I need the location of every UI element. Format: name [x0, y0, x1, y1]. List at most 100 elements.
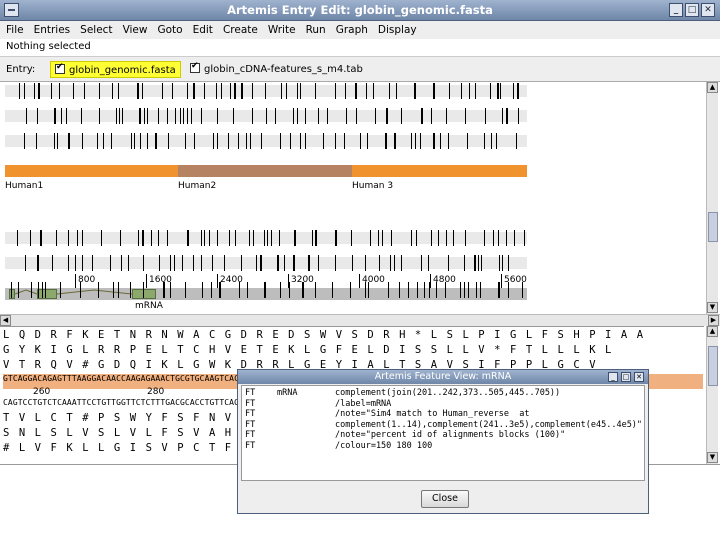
stop-codon-mark	[524, 230, 525, 246]
stop-codon-mark	[401, 108, 402, 124]
title-bar[interactable]: Artemis Entry Edit: globin_genomic.fasta…	[0, 0, 720, 21]
menu-view[interactable]: View	[117, 21, 152, 36]
stop-codon-mark	[239, 282, 240, 298]
scroll-down-icon[interactable]: ▼	[707, 302, 718, 313]
stop-codon-mark	[82, 230, 83, 246]
sequence-vertical-scrollbar[interactable]: ▲ ▼	[706, 326, 718, 464]
menu-goto[interactable]: Goto	[151, 21, 186, 36]
overview-panel[interactable]: Human1 Human2 Human 3 800 1600 2400 3200…	[0, 82, 704, 314]
stop-codon-mark	[128, 255, 129, 271]
stop-codon-mark	[493, 230, 494, 246]
stop-codon-mark	[485, 108, 486, 124]
menu-write[interactable]: Write	[262, 21, 300, 36]
scroll-up-icon[interactable]: ▲	[707, 82, 718, 93]
stop-codon-mark	[428, 255, 429, 271]
feature-key: FT	[245, 409, 256, 419]
stop-codon-mark	[484, 230, 485, 246]
menu-create[interactable]: Create	[217, 21, 262, 36]
stop-codon-mark	[267, 230, 268, 246]
stop-codon-mark	[61, 108, 62, 124]
stop-codon-mark	[289, 282, 290, 298]
stop-codon-mark	[191, 108, 192, 124]
menu-entries[interactable]: Entries	[28, 21, 75, 36]
entry-label: Entry:	[6, 64, 36, 75]
stop-codon-mark	[382, 230, 383, 246]
feature-type: mRNA	[277, 388, 298, 398]
feature-value: /colour=150 180 100	[335, 440, 433, 451]
dialog-maximize-button[interactable]: □	[621, 372, 631, 382]
dialog-minimize-button[interactable]: _	[608, 372, 618, 382]
menu-graph[interactable]: Graph	[330, 21, 372, 36]
checkbox-icon[interactable]	[190, 61, 200, 73]
stop-codon-mark	[142, 230, 144, 246]
stop-codon-mark	[170, 282, 171, 298]
scroll-up-icon[interactable]: ▲	[707, 326, 718, 337]
stop-codon-mark	[375, 108, 376, 124]
stop-codon-mark	[80, 282, 81, 298]
stop-codon-mark	[315, 230, 317, 246]
entry-toggle-genomic[interactable]: globin_genomic.fasta	[50, 61, 181, 78]
stop-codon-mark	[170, 255, 171, 271]
scroll-down-icon[interactable]: ▼	[707, 452, 718, 463]
stop-codon-mark	[365, 282, 366, 298]
seq-position-label: 260	[33, 387, 51, 397]
aa-frame-row-1[interactable]: L Q D R F K E T N R N W A C G D R E D S …	[3, 329, 703, 344]
stop-codon-mark	[256, 255, 257, 271]
stop-codon-mark	[217, 230, 218, 246]
stop-codon-mark	[414, 83, 416, 99]
menu-select[interactable]: Select	[74, 21, 116, 36]
scroll-thumb[interactable]	[708, 346, 718, 386]
stop-codon-mark	[167, 108, 168, 124]
stop-codon-mark	[122, 108, 123, 124]
scroll-left-icon[interactable]: ◀	[0, 315, 11, 326]
stop-codon-mark	[275, 108, 276, 124]
stop-codon-mark	[66, 108, 67, 124]
menu-run[interactable]: Run	[300, 21, 330, 36]
menu-edit[interactable]: Edit	[187, 21, 217, 36]
maximize-button[interactable]: □	[685, 3, 699, 17]
stop-codon-mark	[31, 282, 32, 298]
stop-codon-mark	[84, 83, 85, 99]
stop-codon-mark	[250, 133, 251, 149]
stop-codon-mark	[394, 133, 396, 149]
checkbox-icon[interactable]	[55, 62, 65, 74]
stop-codon-mark	[446, 108, 447, 124]
minimize-button[interactable]: _	[669, 3, 683, 17]
stop-codon-mark	[421, 108, 423, 124]
stop-codon-mark	[140, 133, 141, 149]
window-title: Artemis Entry Edit: globin_genomic.fasta	[227, 3, 493, 17]
entry-toggle-cdna[interactable]: globin_cDNA-features_s_m4.tab	[186, 61, 367, 78]
feature-value: complement(1..14),complement(241..3e5),c…	[335, 419, 643, 430]
stop-codon-mark	[249, 230, 250, 246]
menu-display[interactable]: Display	[372, 21, 421, 36]
feature-view-title[interactable]: Artemis Feature View: mRNA	[238, 370, 648, 384]
stop-codon-mark	[499, 255, 500, 271]
stop-codon-mark	[113, 282, 114, 298]
stop-codon-mark	[234, 83, 236, 99]
overview-horizontal-scrollbar[interactable]: ◀ ▶	[0, 314, 720, 326]
scroll-thumb[interactable]	[708, 212, 718, 242]
stop-codon-mark	[284, 255, 285, 271]
stop-codon-mark	[59, 83, 60, 99]
stop-codon-mark	[476, 282, 477, 298]
feature-text-area[interactable]: FT mRNA complement(join(201..242,373..505,…	[241, 385, 645, 481]
stop-codon-mark	[279, 230, 280, 246]
close-window-button[interactable]: ✕	[701, 3, 715, 17]
stop-codon-mark	[522, 282, 523, 298]
stop-codon-mark	[116, 108, 117, 124]
feature-view-dialog[interactable]: Artemis Feature View: mRNA _ □ ✕ FT mRNA c…	[237, 369, 649, 514]
stop-codon-mark	[147, 108, 148, 124]
overview-vertical-scrollbar[interactable]: ▲ ▼	[706, 82, 718, 314]
stop-codon-mark	[433, 133, 435, 149]
scroll-right-icon[interactable]: ▶	[708, 315, 719, 326]
stop-codon-mark	[147, 133, 148, 149]
stop-codon-mark	[81, 108, 82, 124]
menu-file[interactable]: File	[0, 21, 28, 36]
close-button[interactable]: Close	[421, 490, 469, 508]
stop-codon-mark	[142, 83, 143, 99]
stop-codon-mark	[98, 282, 99, 298]
stop-codon-mark	[411, 230, 412, 246]
stop-codon-mark	[305, 108, 306, 124]
aa-frame-row-2[interactable]: G Y K I G L R R P E L T C H V E T E K L …	[3, 344, 703, 359]
dialog-close-icon[interactable]: ✕	[634, 372, 644, 382]
